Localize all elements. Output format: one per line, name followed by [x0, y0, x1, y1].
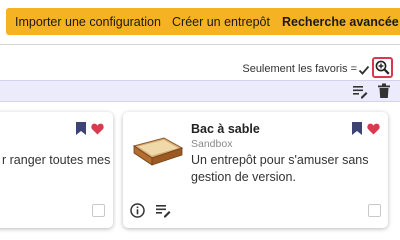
create-repository-button[interactable]: Créer un entrepôt [163, 8, 279, 35]
card-title[interactable]: Bac à sable [191, 122, 260, 136]
selection-action-bar [0, 80, 400, 102]
select-checkbox[interactable] [368, 204, 381, 217]
favorites-filter-label: Seulement les favoris = [242, 63, 357, 75]
zoom-in-icon [375, 60, 390, 75]
trash-icon[interactable] [377, 83, 391, 104]
card-description: Un entrepôt pour s'amuser sans gestion d… [191, 153, 369, 184]
toolbar-divider [0, 44, 400, 45]
bookmark-icon[interactable] [352, 122, 362, 140]
repository-card[interactable]: Bac à sable Sandbox Un entrepôt pour s'a… [123, 112, 388, 228]
list-edit-icon[interactable] [352, 84, 368, 104]
card-subtitle: Sandbox [191, 138, 233, 150]
advanced-search-button[interactable]: Recherche avancée [273, 8, 400, 35]
repository-card[interactable]: r ranger toutes mes [0, 112, 113, 228]
sandbox-image [130, 130, 184, 175]
bookmark-icon[interactable] [76, 122, 86, 140]
info-icon[interactable] [130, 203, 145, 223]
checkmark-icon[interactable] [358, 63, 370, 75]
card-description: r ranger toutes mes [2, 153, 111, 167]
zoom-in-button[interactable] [372, 57, 393, 78]
favorites-filter-row: Seulement les favoris = [0, 56, 400, 78]
select-checkbox[interactable] [92, 204, 105, 217]
heart-icon[interactable] [367, 122, 380, 140]
import-configuration-button[interactable]: Importer une configuration [6, 8, 170, 35]
heart-icon[interactable] [91, 122, 104, 140]
document-list-icon[interactable] [155, 203, 171, 223]
